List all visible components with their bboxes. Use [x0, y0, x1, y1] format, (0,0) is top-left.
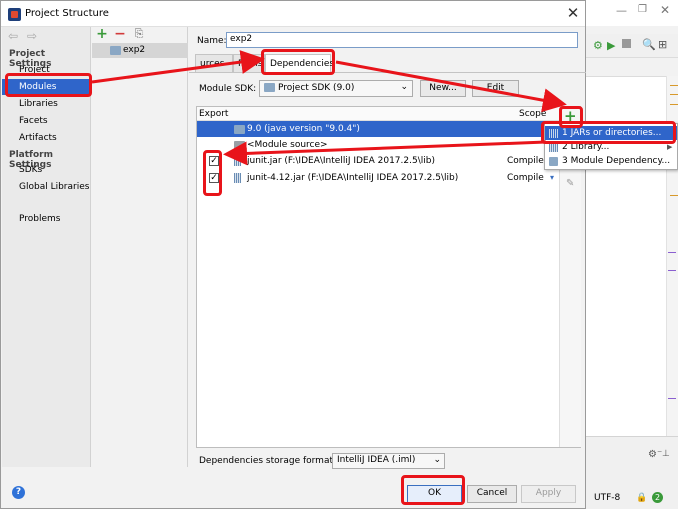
- annotation-highlight-checkboxes: [203, 150, 222, 196]
- annotation-highlight-modules: [5, 73, 92, 97]
- annotation-arrow: [91, 50, 265, 84]
- annotation-highlight-dependencies-tab: [261, 49, 335, 75]
- annotation-arrow: [335, 60, 567, 113]
- annotation-arrow: [223, 140, 547, 166]
- annotation-highlight-jars: [541, 121, 676, 144]
- annotation-overlay: [91, 50, 567, 166]
- annotation-highlight-ok: [401, 475, 465, 505]
